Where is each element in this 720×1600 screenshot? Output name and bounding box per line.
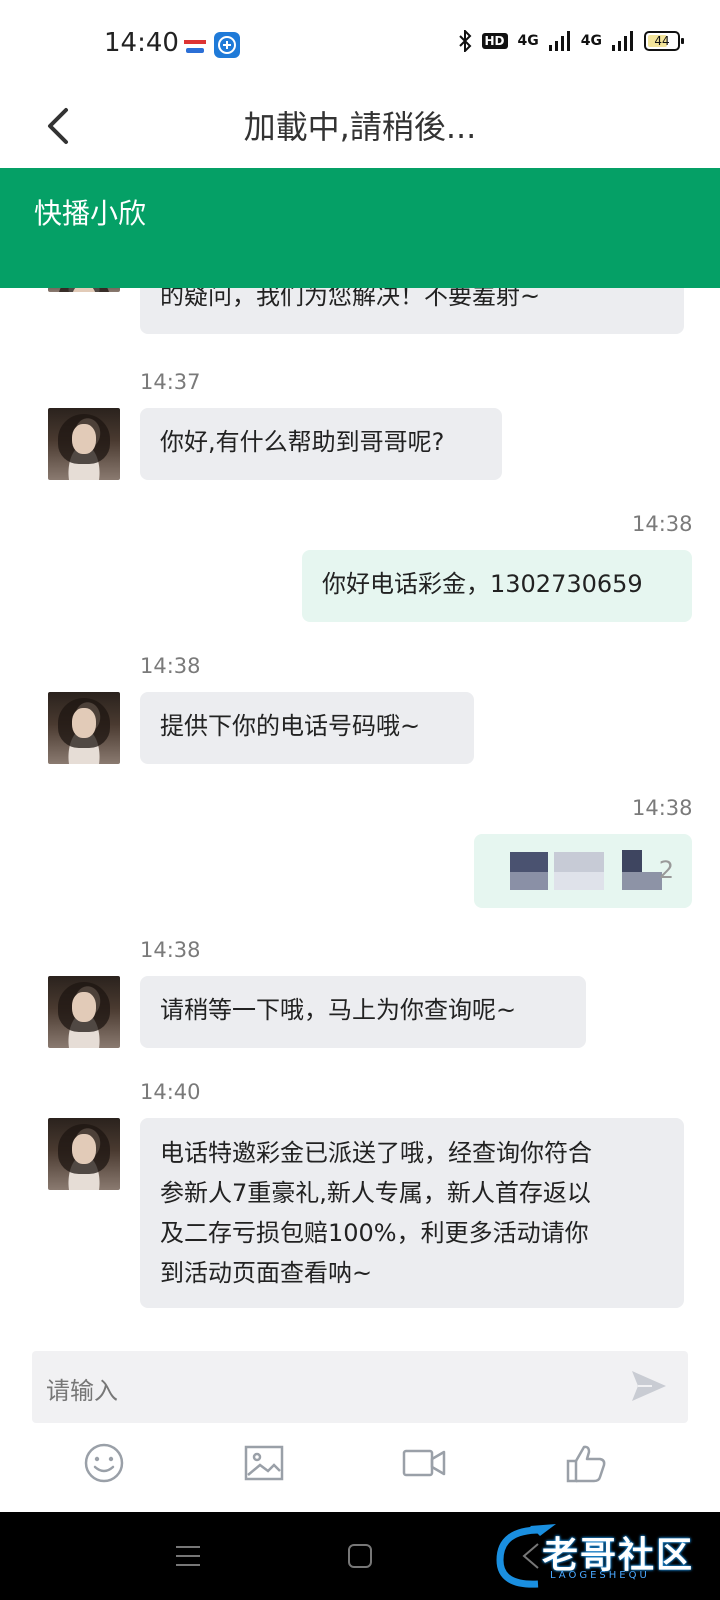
- status-indicators: HD 4G 4G 44: [458, 30, 684, 52]
- avatar[interactable]: [48, 692, 120, 764]
- avatar[interactable]: [48, 408, 120, 480]
- avatar[interactable]: [48, 976, 120, 1048]
- message-time: 14:38: [140, 654, 201, 678]
- mosaic-redaction: [510, 850, 670, 890]
- message-time: 14:38: [632, 796, 693, 820]
- status-time: 14:40: [104, 28, 179, 58]
- home-icon[interactable]: [342, 1538, 378, 1574]
- signal-icon-2: [612, 31, 633, 51]
- message-time: 14:37: [140, 370, 201, 394]
- network-label-1: 4G: [517, 33, 539, 49]
- bluetooth-icon: [458, 30, 471, 52]
- message-bubble: 你好,有什么帮助到哥哥呢?: [140, 408, 502, 480]
- input-toolbar: [0, 1439, 720, 1499]
- message-bubble: 提供下你的电话号码哦~: [140, 692, 474, 764]
- message-line: 电话特邀彩金已派送了哦，经查询你符合: [160, 1139, 592, 1167]
- message-bubble-sent: 你好电话彩金，1302730659: [302, 550, 692, 622]
- app-icon-blue: [214, 32, 240, 58]
- video-icon[interactable]: [400, 1439, 448, 1487]
- message-time: 14:38: [140, 938, 201, 962]
- avatar[interactable]: [48, 1118, 120, 1190]
- page-title: 加載中,請稍後...: [243, 108, 477, 146]
- message-bubble: 请稍等一下哦，马上为你查询呢~: [140, 976, 586, 1048]
- input-placeholder: 请输入: [46, 1377, 118, 1405]
- signal-icon: [548, 31, 570, 51]
- thumbs-up-icon[interactable]: [562, 1439, 610, 1487]
- message-time: 14:40: [140, 1080, 201, 1104]
- message-line: 参新人7重豪礼,新人专属，新人首存返以: [160, 1179, 591, 1207]
- message-text-fragment: 2: [658, 856, 674, 884]
- message-bubble-sent-redacted: 2: [474, 834, 692, 908]
- chat-header: 快播小欣: [0, 168, 720, 288]
- chat-area[interactable]: 的疑问，我们为您解决！不要羞射~ 14:37 你好,有什么帮助到哥哥呢? 14:…: [0, 168, 720, 1351]
- nav-bar: 加載中,請稍後...: [0, 90, 720, 168]
- menu-icon[interactable]: [170, 1538, 206, 1574]
- message-bubble: 电话特邀彩金已派送了哦，经查询你符合 参新人7重豪礼,新人专属，新人首存返以 及…: [140, 1118, 684, 1308]
- battery-icon: 44: [644, 31, 684, 51]
- battery-level: 44: [654, 34, 670, 48]
- input-area: 请输入: [0, 1351, 720, 1511]
- send-icon[interactable]: [628, 1365, 670, 1407]
- watermark-logo: 老哥社区 LAOGESHEQU: [490, 1520, 700, 1592]
- agent-name: 快播小欣: [34, 197, 147, 230]
- system-nav-bar: 老哥社区 LAOGESHEQU: [0, 1512, 720, 1600]
- hikvision-app-icon: [183, 38, 207, 53]
- message-line: 及二存亏损包赔100%，利更多活动请你: [160, 1219, 589, 1247]
- emoji-icon[interactable]: [80, 1439, 128, 1487]
- message-time: 14:38: [632, 512, 693, 536]
- image-icon[interactable]: [240, 1439, 288, 1487]
- message-line: 到活动页面查看呐~: [160, 1259, 373, 1287]
- watermark-subtext: LAOGESHEQU: [550, 1570, 650, 1581]
- hd-badge: HD: [481, 33, 508, 49]
- status-bar: 14:40 HD 4G 4G 44: [0, 0, 720, 90]
- network-label-2: 4G: [580, 33, 602, 49]
- message-input[interactable]: 请输入: [32, 1351, 688, 1423]
